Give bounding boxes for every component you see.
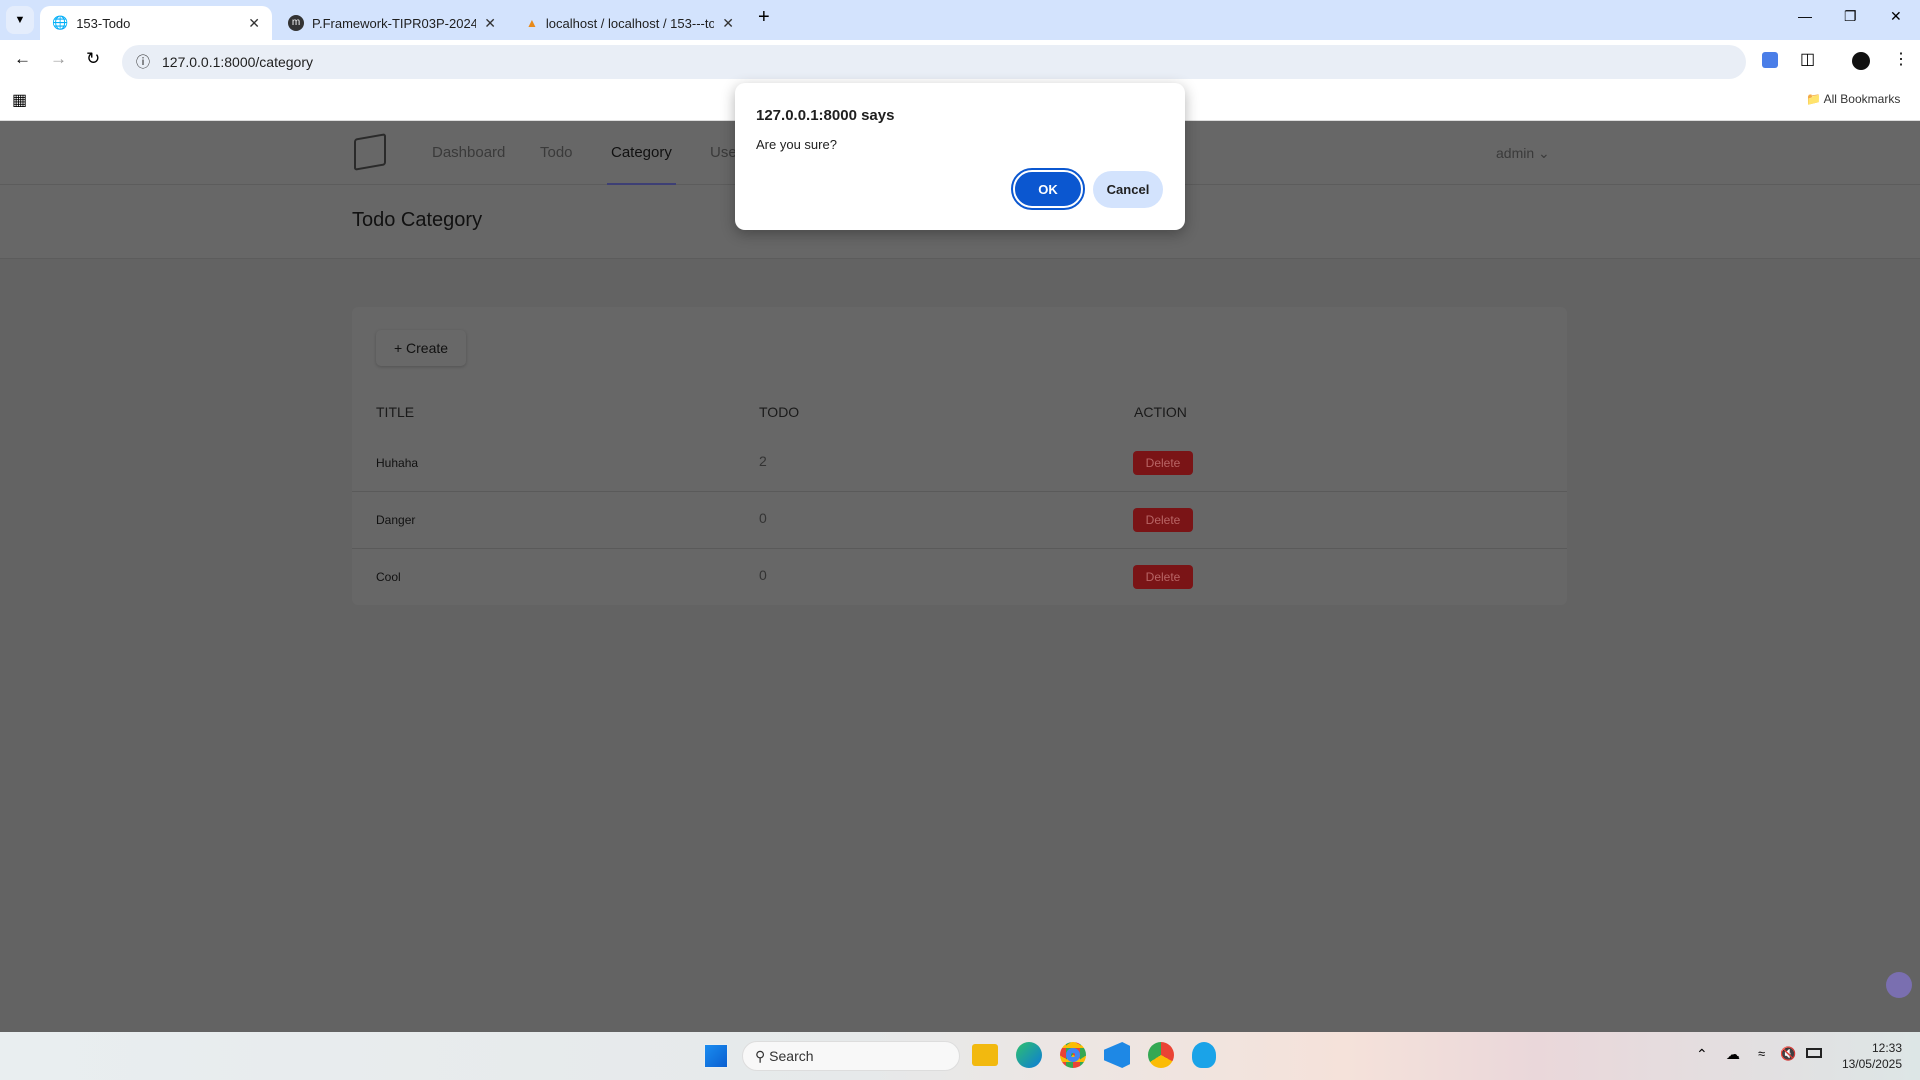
url-text: 127.0.0.1:8000/category: [162, 54, 314, 70]
close-tab-icon[interactable]: ✕: [722, 15, 734, 32]
nav-category[interactable]: Category: [607, 121, 676, 185]
taskbar-search[interactable]: ⚲ Search: [742, 1041, 960, 1071]
ok-button[interactable]: OK: [1011, 168, 1085, 210]
dialog-message: Are you sure?: [756, 137, 837, 152]
chrome-icon[interactable]: [1060, 1042, 1086, 1068]
dialog-title: 127.0.0.1:8000 says: [756, 107, 895, 124]
translate-icon[interactable]: [1762, 52, 1778, 68]
chevron-down-icon: ⌄: [1538, 145, 1550, 161]
cancel-button[interactable]: Cancel: [1093, 171, 1163, 208]
new-tab-button[interactable]: +: [758, 6, 770, 29]
tab-bar: ▼ 🌐 153-Todo ✕ m P.Framework-TIPR03P-20242:…: [0, 0, 1920, 40]
create-button[interactable]: + Create: [376, 330, 466, 366]
floating-widget-icon[interactable]: [1886, 972, 1912, 998]
edge-icon[interactable]: [1016, 1042, 1042, 1068]
app-icon[interactable]: [1192, 1042, 1216, 1068]
close-tab-icon[interactable]: ✕: [248, 15, 260, 32]
all-bookmarks[interactable]: 📁 All Bookmarks: [1806, 92, 1900, 106]
row-divider: [352, 548, 1567, 549]
user-menu[interactable]: admin ⌄: [1496, 121, 1550, 185]
forward-button[interactable]: →: [50, 49, 67, 69]
apps-icon[interactable]: ▦: [12, 90, 27, 110]
row-todo-count: 0: [759, 567, 767, 583]
clock[interactable]: 12:33 13/05/2025: [1836, 1040, 1902, 1072]
site-info-icon[interactable]: ⓘ: [136, 52, 150, 72]
phpmyadmin-icon: ▲: [526, 16, 538, 30]
address-bar[interactable]: ⓘ 127.0.0.1:8000/category: [122, 45, 1746, 79]
chrome-active-icon[interactable]: [1148, 1042, 1174, 1068]
page-title: Todo Category: [352, 209, 483, 231]
delete-button[interactable]: Delete: [1133, 508, 1193, 532]
minimize-button[interactable]: —: [1798, 8, 1812, 24]
confirm-dialog: 127.0.0.1:8000 says Are you sure? OK Can…: [735, 83, 1185, 230]
delete-button[interactable]: Delete: [1133, 565, 1193, 589]
battery-icon[interactable]: [1806, 1048, 1822, 1058]
row-title: Danger: [376, 513, 416, 527]
taskbar: ⚲ Search ⌃ ☁ ≈ 🔇 12:33 13/05/2025: [0, 1032, 1920, 1080]
close-tab-icon[interactable]: ✕: [484, 15, 496, 32]
nav-dashboard[interactable]: Dashboard: [432, 121, 505, 185]
windows-start-icon[interactable]: [704, 1044, 728, 1068]
file-explorer-icon[interactable]: [972, 1044, 998, 1066]
row-todo-count: 0: [759, 510, 767, 526]
reload-button[interactable]: ↻: [86, 49, 100, 69]
globe-icon: 🌐: [52, 15, 69, 30]
menu-icon[interactable]: ⋮: [1893, 49, 1909, 69]
search-icon: ⚲: [755, 1048, 766, 1064]
nav-todo[interactable]: Todo: [540, 121, 573, 185]
extensions-icon[interactable]: ◫: [1800, 49, 1815, 69]
column-header-action: ACTION: [1134, 404, 1187, 420]
delete-button[interactable]: Delete: [1133, 451, 1193, 475]
back-button[interactable]: ←: [14, 49, 31, 69]
volume-muted-icon[interactable]: 🔇: [1780, 1046, 1796, 1062]
column-header-todo: TODO: [759, 404, 800, 420]
wifi-icon[interactable]: ≈: [1758, 1046, 1765, 1061]
tab-pframework[interactable]: mP.Framework-TIPR03P-20242: P✕: [276, 6, 508, 40]
laravel-logo-icon[interactable]: [354, 133, 386, 171]
tab-153-todo[interactable]: 🌐 153-Todo ✕: [40, 6, 272, 40]
moodle-icon: m: [288, 15, 304, 31]
restore-button[interactable]: ❐: [1844, 8, 1857, 25]
row-title: Huhaha: [376, 456, 419, 470]
profile-avatar[interactable]: [1852, 52, 1870, 70]
row-todo-count: 2: [759, 453, 767, 469]
vscode-icon[interactable]: [1104, 1042, 1130, 1068]
close-window-button[interactable]: ✕: [1890, 8, 1902, 25]
row-divider: [352, 491, 1567, 492]
tab-phpmyadmin[interactable]: ▲ localhost / localhost / 153---to ✕: [514, 6, 746, 40]
tray-chevron-icon[interactable]: ⌃: [1696, 1046, 1708, 1063]
row-title: Cool: [376, 570, 401, 584]
onedrive-icon[interactable]: ☁: [1726, 1046, 1740, 1063]
tab-list-button[interactable]: ▼: [6, 6, 34, 34]
category-card: [352, 307, 1567, 605]
folder-icon: 📁: [1806, 92, 1824, 106]
column-header-title: TITLE: [376, 404, 415, 420]
